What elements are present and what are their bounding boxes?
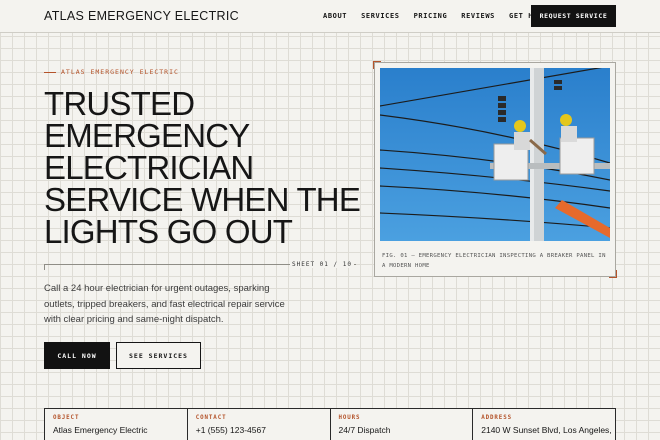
sheet-number: SHEET 01 / 10 (290, 261, 354, 268)
info-strip: OBJECT Atlas Emergency Electric CONTACT … (44, 408, 616, 440)
site-header: ATLAS EMERGENCY ELECTRIC ABOUT SERVICES … (0, 0, 660, 33)
info-cell-address: ADDRESS 2140 W Sunset Blvd, Los Angeles, (473, 409, 615, 440)
headline-line: TRUSTED (44, 85, 195, 122)
info-label: OBJECT (53, 415, 80, 421)
photo-illustration (380, 68, 610, 241)
info-value: 24/7 Dispatch (338, 425, 391, 435)
info-label: CONTACT (195, 415, 227, 421)
eyebrow-rule (44, 71, 56, 73)
hero-description: Call a 24 hour electrician for urgent ou… (44, 283, 285, 325)
nav-about[interactable]: ABOUT (323, 12, 347, 20)
nav-reviews[interactable]: REVIEWS (461, 12, 495, 20)
info-cell-hours: HOURS 24/7 Dispatch (331, 409, 474, 440)
info-label: ADDRESS (481, 415, 512, 421)
nav-services[interactable]: SERVICES (361, 12, 400, 20)
brand-logo[interactable]: ATLAS EMERGENCY ELECTRIC (44, 9, 239, 23)
nav-pricing[interactable]: PRICING (414, 12, 448, 20)
headline-line: LIGHTS GO OUT (44, 213, 293, 250)
info-value: 2140 W Sunset Blvd, Los Angeles, (481, 425, 612, 435)
headline-line: SERVICE WHEN THE (44, 181, 361, 218)
phone-link[interactable]: +1 (555) 123-4567 (196, 425, 330, 435)
info-label: HOURS (338, 415, 361, 421)
request-service-button[interactable]: REQUEST SERVICE (531, 5, 616, 27)
hero-headline: TRUSTED EMERGENCY ELECTRICIAN SERVICE WH… (44, 85, 364, 250)
info-value: Atlas Emergency Electric (53, 425, 148, 435)
info-cell-contact: CONTACT +1 (555) 123-4567 (188, 409, 331, 440)
corner-mark-bottom-right (609, 270, 617, 278)
lineworkers-photo (380, 68, 610, 241)
hero-eyebrow: ATLAS EMERGENCY ELECTRIC (44, 68, 179, 76)
headline-line: EMERGENCY (44, 117, 250, 154)
main-nav: ABOUT SERVICES PRICING REVIEWS GET HELP (323, 12, 562, 20)
see-services-button[interactable]: SEE SERVICES (116, 342, 201, 369)
call-now-button[interactable]: CALL NOW (44, 342, 110, 369)
hero-figure: FIG. 01 — EMERGENCY ELECTRICIAN INSPECTI… (373, 61, 617, 278)
figure-caption: FIG. 01 — EMERGENCY ELECTRICIAN INSPECTI… (382, 253, 606, 269)
info-cell-object: OBJECT Atlas Emergency Electric (45, 409, 188, 440)
headline-line: ELECTRICIAN (44, 149, 254, 186)
eyebrow-text: ATLAS EMERGENCY ELECTRIC (61, 68, 179, 76)
